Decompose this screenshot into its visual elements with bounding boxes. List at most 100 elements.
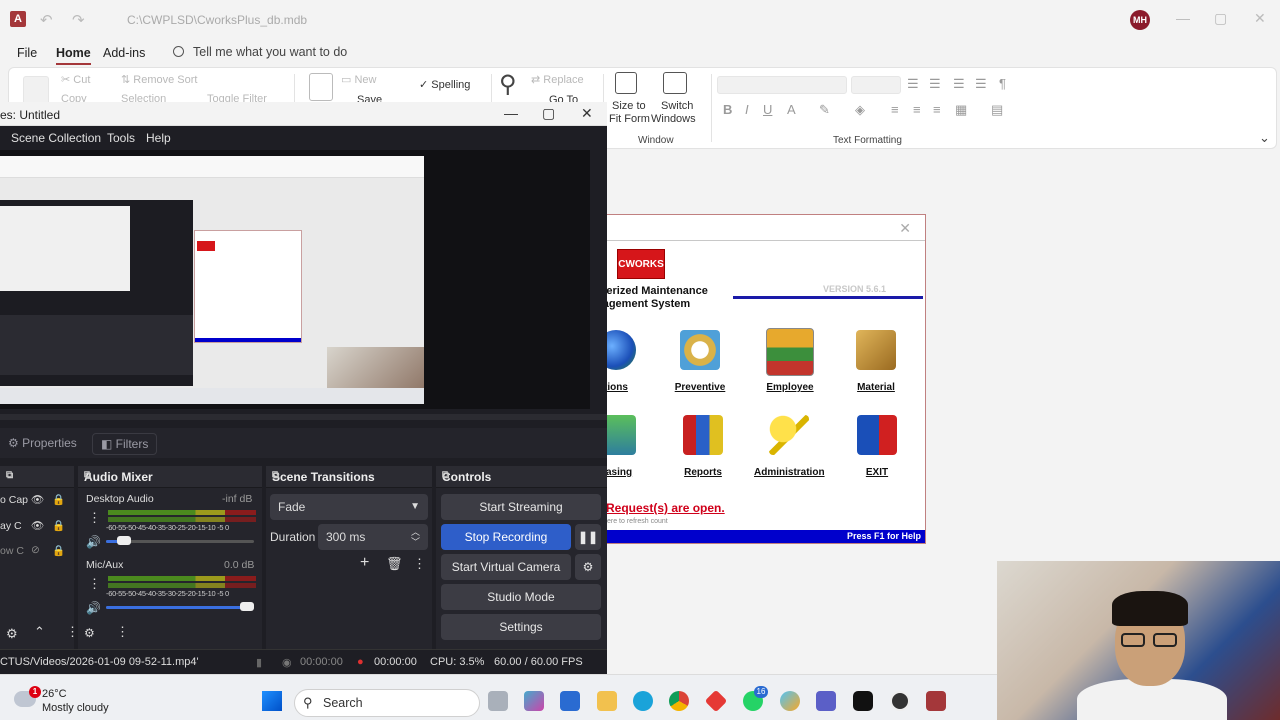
copilot-icon[interactable] <box>524 691 544 711</box>
module-reports[interactable]: Reports <box>668 415 738 478</box>
teams-icon[interactable] <box>816 691 836 711</box>
visibility-eye-icon[interactable]: 👁 <box>31 519 44 532</box>
tiktok-icon[interactable] <box>853 691 873 711</box>
filters-button[interactable]: ◧ Filters <box>92 433 158 455</box>
hidden-eye-icon[interactable]: ⊘ <box>31 544 40 556</box>
tab-file[interactable]: File <box>17 46 37 60</box>
collapse-ribbon-icon[interactable]: ⌄ <box>1259 130 1270 146</box>
refresh-count-hint[interactable]: ere to refresh count <box>607 518 668 525</box>
tell-me-search[interactable]: Tell me what you want to do <box>173 45 347 59</box>
chevron-up-icon[interactable]: ⌃ <box>34 624 45 640</box>
transition-select[interactable]: Fade ▼ <box>270 494 428 520</box>
chrome-icon[interactable] <box>669 691 689 711</box>
minimize-icon[interactable]: — <box>1176 10 1190 26</box>
source-item[interactable]: o Cap <box>0 494 28 506</box>
module-exit[interactable]: EXIT <box>842 415 912 478</box>
duration-spinbox[interactable]: 300 ms ︿ ﹀ <box>318 524 428 550</box>
lock-icon[interactable]: 🔒 <box>52 493 65 506</box>
outdent-icon[interactable]: ☰ <box>975 76 987 92</box>
lock-icon[interactable]: 🔒 <box>52 544 65 557</box>
desktop-audio-volume-slider[interactable] <box>106 536 254 545</box>
dock-float-icon[interactable]: ⧉ <box>272 470 426 481</box>
menu-tools[interactable]: Tools <box>107 131 135 145</box>
visibility-eye-icon[interactable]: 👁 <box>31 493 44 506</box>
pause-recording-button[interactable]: ❚❚ <box>575 524 601 550</box>
spin-down-icon[interactable]: ﹀ <box>411 529 420 555</box>
redo-icon[interactable]: ↷ <box>72 11 85 29</box>
cut-button[interactable]: ✂ Cut <box>61 73 90 86</box>
tab-add-ins[interactable]: Add-ins <box>103 46 145 60</box>
properties-button[interactable]: ⚙ Properties <box>0 433 85 455</box>
align-center-icon[interactable]: ≡ <box>913 102 921 117</box>
store-icon[interactable] <box>560 691 580 711</box>
module-preventive[interactable]: Preventive <box>665 330 735 393</box>
size-to-fit-icon[interactable] <box>615 72 637 94</box>
alternate-row-icon[interactable]: ▤ <box>991 102 1003 118</box>
weather-app-icon[interactable] <box>780 691 800 711</box>
remove-sort-button[interactable]: ⇅ Remove Sort <box>121 73 197 86</box>
speaker-icon[interactable]: 🔊 <box>86 601 101 615</box>
add-transition-icon[interactable]: + <box>360 554 369 572</box>
kebab-icon[interactable]: ⋮ <box>88 576 101 592</box>
switch-windows-label2[interactable]: Windows <box>651 113 696 125</box>
menu-scene-collection[interactable]: Scene Collection <box>11 131 101 145</box>
start-virtual-camera-button[interactable]: Start Virtual Camera <box>441 554 571 580</box>
program-preview[interactable] <box>0 156 424 404</box>
source-item[interactable]: ow C <box>0 545 24 557</box>
lock-icon[interactable]: 🔒 <box>52 519 65 532</box>
task-view-icon[interactable] <box>488 691 508 711</box>
settings-button[interactable]: Settings <box>441 614 601 640</box>
menu-help[interactable]: Help <box>146 131 171 145</box>
numbering-icon[interactable]: ☰ <box>929 76 941 92</box>
dock-float-icon[interactable]: ⧉ <box>442 470 601 481</box>
new-record-button[interactable]: ▭ New <box>341 73 376 86</box>
switch-windows-label1[interactable]: Switch <box>661 100 693 112</box>
open-requests-link[interactable]: Request(s) are open. <box>606 501 725 515</box>
close-icon[interactable]: ✕ <box>899 220 911 237</box>
source-item[interactable]: ay C <box>0 520 22 532</box>
bullets-icon[interactable]: ☰ <box>907 76 919 92</box>
replace-button[interactable]: ⇄ Replace <box>531 73 584 86</box>
start-streaming-button[interactable]: Start Streaming <box>441 494 601 520</box>
maximize-icon[interactable]: ▢ <box>542 105 555 122</box>
spelling-button[interactable]: ✓ Spelling <box>419 78 470 91</box>
edge-icon[interactable] <box>633 691 653 711</box>
mic-aux-volume-slider[interactable] <box>106 602 254 611</box>
italic-icon[interactable]: I <box>745 102 749 117</box>
indent-icon[interactable]: ☰ <box>953 76 965 92</box>
font-name-select[interactable] <box>717 76 847 94</box>
module-material[interactable]: Material <box>841 330 911 393</box>
align-right-icon[interactable]: ≡ <box>933 102 941 117</box>
weather-temp[interactable]: 26°C <box>42 688 67 700</box>
studio-mode-button[interactable]: Studio Mode <box>441 584 601 610</box>
close-icon[interactable]: ✕ <box>581 105 593 122</box>
kebab-icon[interactable]: ⋮ <box>88 510 101 526</box>
maximize-icon[interactable]: ▢ <box>1214 10 1227 27</box>
access-taskbar-icon[interactable] <box>926 691 946 711</box>
gear-icon[interactable]: ⚙ <box>6 626 18 642</box>
obs-icon[interactable] <box>890 691 910 711</box>
stop-recording-button[interactable]: Stop Recording <box>441 524 571 550</box>
windows-start-icon[interactable] <box>262 691 282 711</box>
anydesk-icon[interactable] <box>704 689 728 713</box>
dock-float-icon[interactable]: ⧉ <box>6 470 68 481</box>
minimize-icon[interactable]: — <box>504 105 518 121</box>
undo-icon[interactable]: ↶ <box>40 11 53 29</box>
size-to-fit-label1[interactable]: Size to <box>612 100 646 112</box>
taskbar-search[interactable]: ⚲ Search <box>294 689 480 717</box>
align-left-icon[interactable]: ≡ <box>891 102 899 117</box>
find-icon[interactable]: ⚲ <box>499 70 517 99</box>
virtual-camera-settings-button[interactable]: ⚙ <box>575 554 601 580</box>
font-color-icon[interactable]: A <box>787 102 796 117</box>
file-explorer-icon[interactable] <box>597 691 617 711</box>
weather-desc[interactable]: Mostly cloudy <box>42 702 109 714</box>
underline-icon[interactable]: U <box>763 102 772 117</box>
kebab-icon[interactable]: ⋮ <box>116 624 129 640</box>
user-avatar[interactable]: MH <box>1130 10 1150 30</box>
paragraph-icon[interactable]: ¶ <box>999 76 1006 91</box>
module-administration[interactable]: Administration <box>754 415 825 478</box>
bold-icon[interactable]: B <box>723 102 732 117</box>
size-to-fit-label2[interactable]: Fit Form <box>609 113 650 125</box>
slider-knob[interactable] <box>117 536 131 545</box>
tab-home[interactable]: Home <box>56 46 91 65</box>
